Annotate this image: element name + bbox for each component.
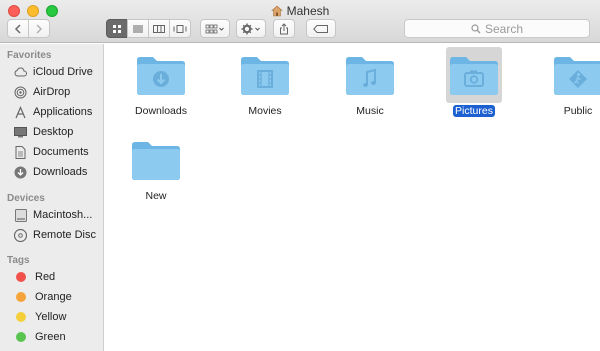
sidebar-item-icloud-drive[interactable]: iCloud Drive [14, 64, 93, 80]
sidebar-item-remote-disc[interactable]: Remote Disc [14, 227, 96, 243]
sidebar-tag-red[interactable]: Red [14, 269, 55, 285]
sidebar-item-applications[interactable]: Applications [14, 104, 92, 120]
yellow-tag-dot-icon [16, 312, 26, 322]
folder-label: New [145, 190, 167, 202]
documents-icon [14, 145, 27, 159]
sidebar-item-label: Macintosh... [33, 209, 93, 221]
window-toolbar: Mahesh Search [0, 0, 600, 43]
chevron-right-icon [36, 23, 43, 34]
sidebar: Favorites iCloud Drive AirDrop Applicati… [0, 44, 104, 351]
cloud-icon [14, 66, 27, 79]
folder-item-pictures[interactable]: Pictures [434, 47, 514, 117]
sidebar-item-label: AirDrop [33, 86, 71, 98]
sidebar-item-label: Red [35, 271, 56, 283]
desktop-icon [14, 126, 27, 139]
home-icon [270, 5, 283, 17]
sidebar-item-label: Yellow [35, 311, 67, 323]
sidebar-item-downloads[interactable]: Downloads [14, 164, 87, 180]
sidebar-item-label: Applications [33, 106, 93, 118]
column-view-icon [153, 24, 165, 33]
sidebar-item-desktop[interactable]: Desktop [14, 124, 73, 140]
tag-icon [313, 24, 328, 33]
downloads-folder-icon [137, 57, 185, 95]
downloads-icon [14, 166, 27, 179]
share-button[interactable] [273, 19, 295, 38]
folder-item-public[interactable]: Public [538, 47, 600, 117]
folder-item-movies[interactable]: Movies [225, 47, 305, 117]
folder-item-downloads[interactable]: Downloads [121, 47, 201, 117]
sidebar-item-label: Remote Disc [33, 229, 96, 241]
back-button[interactable] [7, 19, 29, 38]
icon-view-icon [113, 24, 121, 33]
devices-header: Devices [7, 193, 45, 204]
orange-tag-dot-icon [16, 292, 26, 302]
applications-icon [14, 105, 27, 119]
file-browser-area: Downloads Movies Music Pictures Public N… [105, 44, 600, 351]
folder-label: Pictures [453, 105, 495, 117]
folder-icon [132, 142, 180, 180]
cover-flow-button[interactable] [169, 19, 191, 38]
search-placeholder: Search [484, 21, 524, 36]
chevron-left-icon [14, 23, 21, 34]
action-menu-button[interactable] [236, 19, 266, 38]
sidebar-tag-orange[interactable]: Orange [14, 289, 72, 305]
column-view-button[interactable] [148, 19, 170, 38]
folder-item-music[interactable]: Music [330, 47, 410, 117]
sidebar-item-label: Orange [35, 291, 72, 303]
sidebar-item-documents[interactable]: Documents [14, 144, 89, 160]
movies-folder-icon [241, 57, 289, 95]
sidebar-item-airdrop[interactable]: AirDrop [14, 84, 70, 100]
search-icon [471, 23, 481, 33]
forward-button[interactable] [28, 19, 50, 38]
selected-item-highlight [446, 47, 502, 103]
sidebar-tag-yellow[interactable]: Yellow [14, 309, 66, 325]
public-folder-icon [554, 57, 600, 95]
gear-icon [241, 23, 260, 34]
folder-item-new[interactable]: New [116, 132, 196, 202]
sidebar-item-label: iCloud Drive [33, 66, 93, 78]
hard-drive-icon [14, 208, 27, 222]
cover-flow-icon [173, 24, 187, 33]
pictures-folder-icon [450, 57, 498, 95]
tags-header: Tags [7, 255, 30, 266]
list-view-button[interactable] [127, 19, 149, 38]
edit-tags-button[interactable] [306, 19, 336, 38]
arrange-grid-icon [205, 24, 224, 33]
arrange-button[interactable] [200, 19, 230, 38]
folder-label: Music [356, 105, 384, 117]
red-tag-dot-icon [16, 272, 26, 282]
disc-icon [14, 228, 27, 242]
window-title: Mahesh [0, 3, 600, 19]
window-title-text: Mahesh [286, 4, 330, 18]
sidebar-tag-green[interactable]: Green [14, 329, 66, 345]
sidebar-item-label: Downloads [33, 166, 88, 178]
search-field[interactable]: Search [404, 19, 590, 38]
folder-label: Public [563, 105, 593, 117]
sidebar-item-label: Desktop [33, 126, 74, 138]
sidebar-item-label: Green [35, 331, 66, 343]
share-icon [280, 22, 288, 34]
airdrop-icon [14, 86, 27, 99]
view-mode-group [106, 19, 191, 38]
favorites-header: Favorites [7, 50, 52, 61]
icon-view-button[interactable] [106, 19, 128, 38]
sidebar-item-macintosh-hd[interactable]: Macintosh... [14, 207, 92, 223]
list-view-icon [133, 25, 143, 32]
folder-label: Movies [248, 105, 282, 117]
music-folder-icon [346, 57, 394, 95]
green-tag-dot-icon [16, 332, 26, 342]
sidebar-item-label: Documents [33, 146, 89, 158]
folder-label: Downloads [135, 105, 187, 117]
